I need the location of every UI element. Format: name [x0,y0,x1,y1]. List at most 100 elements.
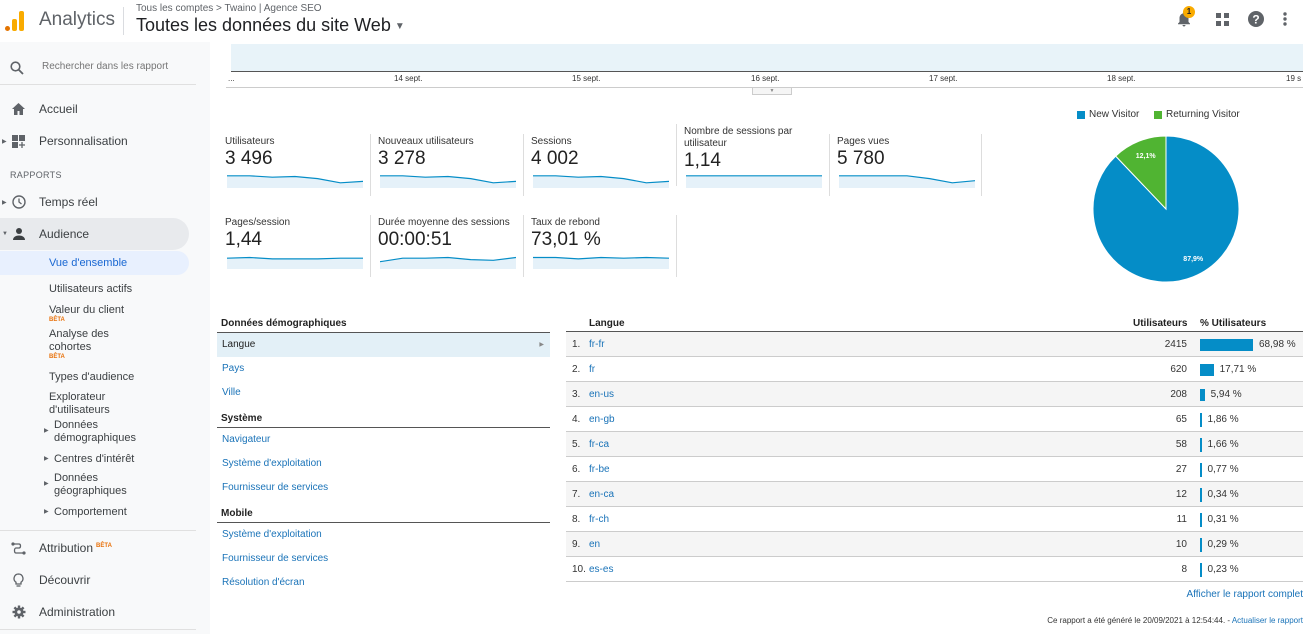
language-link[interactable]: fr-ca [589,439,609,450]
sparkline-area [533,257,669,269]
metric-sparkline [839,175,975,188]
row-rank: 3. [572,389,581,400]
row-rank: 8. [572,514,581,525]
sidebar-item-realtime[interactable]: ▶ Temps réel [0,187,189,217]
demographics-link[interactable]: Résolution d'écran [217,571,550,595]
sidebar-subitem-overview[interactable]: Vue d'ensemble [0,251,189,275]
sidebar-subitem-user-explorer[interactable]: Explorateur d'utilisateurs [0,391,189,419]
sidebar-item-customization[interactable]: ▶ Personnalisation [0,126,189,156]
help-button[interactable]: ? [1247,10,1267,30]
sidebar-item-admin[interactable]: Administration [0,597,189,627]
sidebar-subitem-behavior[interactable]: ▶ Comportement [0,506,189,520]
metric-card[interactable]: Nouveaux utilisateurs 3 278 [378,136,521,206]
sidebar-item-discover[interactable]: Découvrir [0,565,189,595]
sidebar-item-attribution[interactable]: Attribution BÊTA [0,533,189,563]
pct-bar [1200,339,1253,351]
link-label: Langue [222,339,256,350]
sidebar-subitem-cohort-analysis[interactable]: Analyse des cohortes BÊTA [0,328,189,362]
col-header-language[interactable]: Langue [589,318,625,329]
language-link[interactable]: fr-fr [589,339,605,350]
language-link[interactable]: en-gb [589,414,615,425]
full-report-link[interactable]: Afficher le rapport complet [1186,589,1303,600]
sidebar-item-home[interactable]: Accueil [0,94,189,124]
metric-card[interactable]: Utilisateurs 3 496 [225,136,368,206]
metric-card[interactable]: Durée moyenne des sessions 00:00:51 [378,217,521,287]
view-selector[interactable]: Toutes les données du site Web ▼ [136,15,405,36]
demographics-link[interactable]: Ville [217,381,550,405]
metric-label: Durée moyenne des sessions [378,217,510,228]
metric-card[interactable]: Nombre de sessions par utilisateur 1,14 [684,126,827,196]
sidebar-subitem-geo[interactable]: ▶ Données géographiques [0,472,189,500]
language-link[interactable]: es-es [589,564,613,575]
col-header-pct-users[interactable]: % Utilisateurs [1200,318,1266,329]
language-link[interactable]: en [589,539,600,550]
pct-label: 0,77 % [1207,464,1239,475]
notifications-button[interactable]: 1 [1175,6,1195,30]
sidebar-subitem-active-users[interactable]: Utilisateurs actifs [0,283,189,297]
subitem-label: Explorateur d'utilisateurs [49,391,110,416]
section-heading: Mobile [217,508,550,523]
timeline-collapse-handle[interactable]: ▼ [752,88,792,95]
demographics-link[interactable]: Pays [217,357,550,381]
link-label: Système d'exploitation [222,529,322,540]
metric-sparkline [380,256,516,269]
table-row: 3. en-us 208 5,94 % [566,382,1303,407]
analytics-logo-icon[interactable] [4,9,26,31]
table-row: 5. fr-ca 58 1,66 % [566,432,1303,457]
users-count: 208 [1170,389,1187,400]
demographics-link[interactable]: Fournisseur de services [217,476,550,500]
metric-sparkline [227,175,363,188]
sidebar-subitem-demographics[interactable]: ▶ Données démographiques [0,419,189,447]
demographics-link[interactable]: Système d'exploitation [217,523,550,547]
more-options-button[interactable] [1281,10,1301,30]
sidebar-search[interactable] [0,42,196,85]
subitem-label: Valeur du client [49,304,125,316]
top-header: Analytics Tous les comptes > Twaino | Ag… [0,0,1303,42]
legend-swatch [1077,110,1085,119]
sidebar-subitem-lifetime-value[interactable]: Valeur du client BÊTA [0,304,189,324]
timeline-tick: 18 sept. [1107,74,1136,83]
expand-arrow-icon: ▶ [2,199,7,206]
demographics-link[interactable]: Navigateur [217,428,550,452]
refresh-report-link[interactable]: Actualiser le rapport [1232,616,1303,625]
metric-label: Sessions [531,136,572,147]
subitem-label: Utilisateurs actifs [49,283,133,295]
language-link[interactable]: fr [589,364,595,375]
col-header-users[interactable]: Utilisateurs [1133,318,1187,329]
metric-card[interactable]: Pages/session 1,44 [225,217,368,287]
demographics-link[interactable]: Système d'exploitation [217,452,550,476]
metric-value: 5 780 [837,148,885,169]
metric-label: Taux de rebond [531,217,600,228]
table-row: 10. es-es 8 0,23 % [566,557,1303,582]
users-count: 65 [1175,414,1187,425]
sidebar-subitem-interests[interactable]: ▶ Centres d'intérêt [0,453,189,467]
breadcrumb[interactable]: Tous les comptes > Twaino | Agence SEO [136,3,322,14]
metric-value: 00:00:51 [378,229,452,250]
row-rank: 4. [572,414,581,425]
metric-value: 3 278 [378,148,426,169]
sidebar-item-audience[interactable]: ▼ Audience [0,218,189,250]
language-link[interactable]: en-us [589,389,614,400]
sidebar-subitem-audience-types[interactable]: Types d'audience [0,371,189,385]
demographics-link[interactable]: Langue ▶ [217,333,550,357]
pie-data-label: 12,1% [1136,153,1157,160]
language-link[interactable]: fr-be [589,464,610,475]
metric-card[interactable]: Sessions 4 002 [531,136,674,206]
table-header: Langue Utilisateurs % Utilisateurs [566,318,1303,332]
language-link[interactable]: fr-ch [589,514,609,525]
language-link[interactable]: en-ca [589,489,614,500]
metric-separator [981,134,982,196]
legend-returning-visitor[interactable]: Returning Visitor [1154,109,1240,120]
search-input[interactable] [42,61,192,72]
legend-new-visitor[interactable]: New Visitor [1077,109,1139,120]
attribution-label-wrap: Attribution BÊTA [39,541,112,555]
demographics-link[interactable]: Fournisseur de services [217,547,550,571]
pct-bar [1200,488,1202,502]
metric-card[interactable]: Pages vues 5 780 [837,136,980,206]
header-divider [123,7,124,35]
metric-card[interactable]: Taux de rebond 73,01 % [531,217,674,287]
home-icon [11,102,26,117]
table-row: 6. fr-be 27 0,77 % [566,457,1303,482]
apps-button[interactable] [1213,10,1233,30]
sparkline-area [380,175,516,188]
